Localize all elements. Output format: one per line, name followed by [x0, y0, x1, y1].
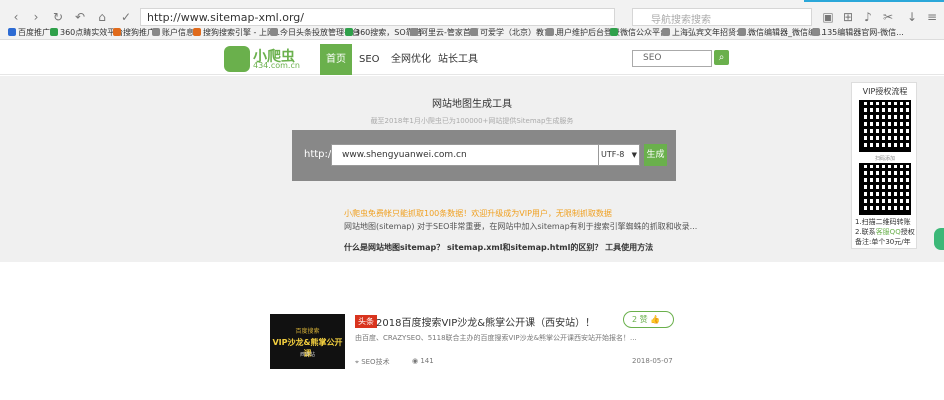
forward-icon[interactable]: ›: [28, 9, 44, 25]
grid-icon[interactable]: ⊞: [840, 9, 856, 25]
encoding-value: UTF-8: [601, 150, 625, 159]
vip-title: VIP授权流程: [862, 87, 908, 96]
tool-section: 网站地图生成工具 截至2018年1月小爬虫已为100000+网站提供Sitema…: [0, 76, 944, 262]
article-thumbnail[interactable]: 百度搜索 VIP沙龙&熊掌公开课 西安站: [270, 314, 345, 369]
home-icon[interactable]: ⌂: [94, 9, 110, 25]
nav-tools[interactable]: 站长工具: [432, 44, 484, 75]
logo-icon[interactable]: [224, 46, 250, 72]
bookmark[interactable]: 135编辑器官网-微信...: [812, 27, 904, 38]
help-links[interactable]: 什么是网站地图sitemap？ sitemap.xml和sitemap.html…: [344, 242, 653, 253]
qr-code-icon: [859, 100, 911, 152]
article-item[interactable]: 百度搜索 VIP沙龙&熊掌公开课 西安站 头条 2018百度搜索VIP沙龙&熊掌…: [270, 311, 680, 371]
qq-link[interactable]: 客服QQ: [876, 228, 901, 236]
vip-price: 备注:单个30元/年: [855, 238, 911, 246]
site-header: 小爬虫 434.com.cn 首页 SEO 全网优化 站长工具 SEO ⌕: [0, 42, 944, 75]
search-icon[interactable]: ⌕: [714, 50, 729, 65]
sitemap-form: http:// www.shengyuanwei.com.cn UTF-8 ▼ …: [292, 130, 676, 181]
sitemap-intro: 网站地图(sitemap) 对于SEO非常重要，在网站中加入sitemap有利于…: [344, 222, 698, 231]
location-icon: ⌖: [355, 358, 359, 366]
shield-icon[interactable]: ✓: [118, 9, 134, 25]
vip-panel: VIP授权流程 扫码添加 1.扫描二维码转账 2.联系客服QQ授权 备注:单个3…: [851, 82, 917, 249]
tool-subtitle: 截至2018年1月小爬虫已为100000+网站提供Sitemap生成服务: [370, 117, 574, 125]
generate-button[interactable]: 生成: [644, 144, 667, 166]
headline-badge: 头条: [355, 315, 377, 328]
qr-caption: 扫码添加: [874, 156, 895, 162]
site-search-input[interactable]: SEO: [632, 50, 712, 67]
sound-icon[interactable]: ♪: [860, 9, 876, 25]
browser-search-placeholder: 导航搜索搜索: [651, 15, 711, 26]
domain-value: www.shengyuanwei.com.cn: [342, 150, 467, 160]
article-desc: 由百度、CRAZYSEO、5118联合主办的百度搜索VIP沙龙&熊掌公开课西安站…: [355, 334, 637, 342]
bookmarks-bar: 百度推广 360点睛实效平台 搜狗推广 账户信息 搜狗搜索引擎 - 上网... …: [0, 26, 944, 40]
back-icon[interactable]: ‹: [8, 9, 24, 25]
bookmark[interactable]: 账户信息: [152, 27, 194, 38]
side-float-tab[interactable]: [934, 228, 944, 250]
browser-search-input[interactable]: 导航搜索搜索: [632, 8, 812, 26]
article-date: 2018-05-07: [632, 357, 673, 365]
article-views: ◉ 141: [412, 357, 434, 365]
undo-icon[interactable]: ↶: [72, 9, 88, 25]
menu-icon[interactable]: ≡: [924, 9, 940, 25]
like-button[interactable]: 2 赞 👍: [623, 311, 674, 328]
article-category[interactable]: ⌖ SEO技术: [355, 357, 390, 367]
thumbs-up-icon: 👍: [650, 315, 661, 324]
domain-input[interactable]: www.shengyuanwei.com.cn: [331, 144, 601, 166]
nav-optimization[interactable]: 全网优化: [385, 44, 437, 75]
cut-icon[interactable]: ✂: [880, 9, 896, 25]
extension-icon[interactable]: ▣: [820, 9, 836, 25]
bookmark[interactable]: 搜狗推广: [113, 27, 155, 38]
refresh-icon[interactable]: ↻: [50, 9, 66, 25]
browser-toolbar: ‹ › ↻ ↶ ⌂ ✓ http://www.sitemap-xml.org/ …: [0, 0, 944, 40]
site-search-placeholder: SEO: [643, 53, 662, 63]
bookmark[interactable]: 用户维护后台登录: [546, 27, 620, 38]
bookmark[interactable]: 微信编辑器_微信编...: [738, 27, 824, 38]
nav-home[interactable]: 首页: [320, 44, 352, 75]
nav-seo[interactable]: SEO: [353, 44, 386, 75]
address-bar[interactable]: http://www.sitemap-xml.org/: [140, 8, 615, 26]
bookmark[interactable]: 阿里云-管家首页: [410, 27, 479, 38]
tool-title: 网站地图生成工具: [432, 99, 512, 110]
download-icon[interactable]: ↓: [904, 9, 920, 25]
vip-step-1: 1.扫描二维码转账: [855, 218, 911, 226]
logo-domain: 434.com.cn: [253, 61, 300, 70]
bookmark[interactable]: 微信公众平台: [610, 27, 668, 38]
accent-line: [804, 0, 944, 2]
bookmark[interactable]: 百度推广: [8, 27, 50, 38]
vip-step-2: 2.联系客服QQ授权: [855, 228, 915, 236]
url-text: http://www.sitemap-xml.org/: [147, 11, 304, 24]
article-title[interactable]: 2018百度搜索VIP沙龙&熊掌公开课（西安站）！: [376, 314, 595, 329]
qr-code-icon: [859, 163, 911, 215]
eye-icon: ◉: [412, 357, 419, 365]
vip-notice[interactable]: 小爬虫免费帐只能抓取100条数据！欢迎升级成为VIP用户，无限制抓取数据: [344, 208, 612, 219]
chevron-down-icon: ▼: [631, 151, 637, 159]
encoding-select[interactable]: UTF-8 ▼: [598, 144, 640, 166]
